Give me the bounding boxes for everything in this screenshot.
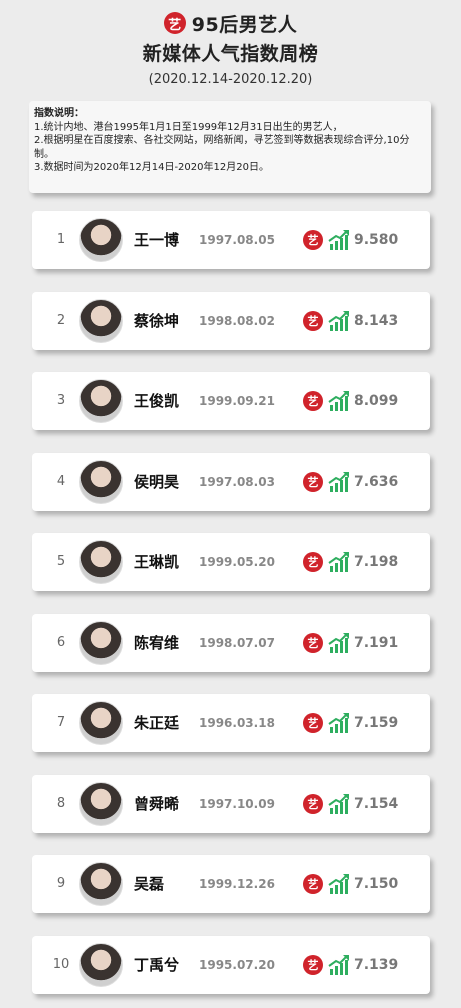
ranking-card[interactable]: 5 王琳凯 1999.05.20 艺 7.198 — [32, 533, 430, 591]
ranking-card[interactable]: 9 吴磊 1999.12.26 艺 7.150 — [32, 855, 430, 913]
popularity-score: 8.143 — [354, 312, 399, 329]
yi-badge-icon: 艺 — [303, 391, 323, 411]
description-line-1: 1.统计内地、港台1995年1月1日至1999年12月31日出生的男艺人， — [34, 121, 343, 133]
trend-up-icon — [328, 713, 349, 733]
trend-up-icon — [328, 954, 349, 975]
rank-number: 1 — [56, 232, 66, 247]
yi-badge-icon: 艺 — [303, 793, 323, 814]
description-title: 指数说明： — [34, 108, 84, 119]
rank-number: 7 — [56, 715, 66, 730]
popularity-score: 7.191 — [354, 634, 399, 651]
avatar — [79, 298, 123, 343]
avatar — [79, 862, 123, 906]
birth-date: 1999.12.26 — [199, 877, 275, 891]
trend-up-icon — [328, 230, 349, 250]
ranking-card[interactable]: 7 朱正廷 1996.03.18 艺 7.159 — [32, 694, 430, 752]
popularity-score: 7.159 — [354, 715, 399, 731]
description-line-2: 2.根据明星在百度搜索、各社交网站，网络新闻，寻艺签到等数据表现综合评分,10分… — [34, 135, 410, 160]
birth-date: 1998.08.02 — [199, 313, 275, 328]
birth-date: 1997.08.05 — [199, 233, 275, 247]
artist-name: 陈宥维 — [134, 633, 180, 652]
birth-date: 1996.03.18 — [199, 716, 275, 730]
rank-number: 2 — [56, 312, 66, 328]
rank-number: 8 — [56, 795, 66, 811]
yi-badge-icon: 艺 — [303, 713, 323, 733]
artist-name: 王俊凯 — [134, 392, 180, 410]
avatar — [79, 540, 123, 584]
popularity-score: 8.099 — [354, 393, 399, 409]
trend-up-icon — [328, 632, 349, 653]
trend-up-icon — [328, 471, 349, 492]
artist-name: 王琳凯 — [134, 553, 180, 571]
yi-badge-icon: 艺 — [303, 310, 323, 331]
trend-up-icon — [328, 310, 349, 331]
page-subtitle: 新媒体人气指数周榜 — [142, 43, 319, 65]
avatar — [79, 942, 123, 987]
yi-badge-icon: 艺 — [303, 954, 323, 975]
rank-number: 10 — [52, 956, 70, 972]
popularity-score: 7.636 — [354, 473, 399, 490]
page-header: 艺 95后男艺人 新媒体人气指数周榜 (2020.12.14-2020.12.2… — [0, 10, 461, 87]
ranking-card[interactable]: 2 蔡徐坤 1998.08.02 艺 8.143 — [32, 291, 430, 350]
yi-badge-icon: 艺 — [303, 632, 323, 653]
avatar — [79, 218, 123, 262]
artist-name: 蔡徐坤 — [134, 311, 180, 330]
avatar — [79, 379, 123, 423]
birth-date: 1997.10.09 — [199, 796, 275, 811]
popularity-score: 7.198 — [354, 554, 399, 570]
birth-date: 1998.07.07 — [199, 635, 275, 650]
ranking-card[interactable]: 10 丁禹兮 1995.07.20 艺 7.139 — [32, 935, 430, 994]
trend-up-icon — [328, 793, 349, 814]
title-row: 艺 95后男艺人 — [0, 10, 461, 36]
rank-number: 6 — [56, 634, 66, 650]
rank-number: 4 — [56, 473, 66, 489]
logo-badge: 艺 — [163, 12, 186, 34]
avatar — [79, 781, 123, 826]
trend-up-icon — [328, 552, 349, 572]
avatar — [79, 459, 123, 504]
birth-date: 1995.07.20 — [199, 957, 275, 972]
rank-number: 5 — [56, 554, 66, 569]
yi-badge-icon: 艺 — [303, 230, 323, 250]
trend-up-icon — [328, 874, 349, 894]
artist-name: 朱正廷 — [134, 714, 180, 732]
birth-date: 1997.08.03 — [199, 474, 275, 489]
popularity-score: 7.154 — [354, 795, 399, 812]
popularity-score: 7.150 — [354, 876, 399, 892]
date-range: (2020.12.14-2020.12.20) — [148, 72, 313, 87]
trend-up-icon — [328, 391, 349, 411]
ranking-card[interactable]: 3 王俊凯 1999.09.21 艺 8.099 — [32, 372, 430, 430]
ranking-card[interactable]: 4 侯明昊 1997.08.03 艺 7.636 — [32, 452, 430, 511]
avatar — [79, 701, 123, 745]
yi-badge-icon: 艺 — [303, 874, 323, 894]
artist-name: 吴磊 — [134, 875, 165, 893]
index-description: 指数说明： 1.统计内地、港台1995年1月1日至1999年12月31日出生的男… — [29, 101, 431, 193]
avatar — [79, 620, 123, 665]
yi-badge-icon: 艺 — [303, 471, 323, 492]
description-line-3: 3.数据时间为2020年12月14日-2020年12月20日。 — [34, 162, 269, 173]
ranking-card[interactable]: 1 王一博 1997.08.05 艺 9.580 — [32, 211, 430, 269]
popularity-score: 9.580 — [354, 232, 399, 248]
rank-number: 9 — [56, 876, 66, 891]
page-title: 95后男艺人 — [191, 13, 298, 36]
ranking-card[interactable]: 8 曾舜晞 1997.10.09 艺 7.154 — [32, 774, 430, 833]
birth-date: 1999.05.20 — [199, 555, 275, 569]
popularity-score: 7.139 — [354, 956, 399, 973]
birth-date: 1999.09.21 — [199, 394, 275, 408]
ranking-card[interactable]: 6 陈宥维 1998.07.07 艺 7.191 — [32, 613, 430, 672]
artist-name: 侯明昊 — [134, 472, 180, 491]
yi-badge-icon: 艺 — [303, 552, 323, 572]
artist-name: 丁禹兮 — [134, 955, 180, 974]
rank-number: 3 — [56, 393, 66, 408]
artist-name: 王一博 — [134, 231, 180, 249]
artist-name: 曾舜晞 — [134, 794, 180, 813]
